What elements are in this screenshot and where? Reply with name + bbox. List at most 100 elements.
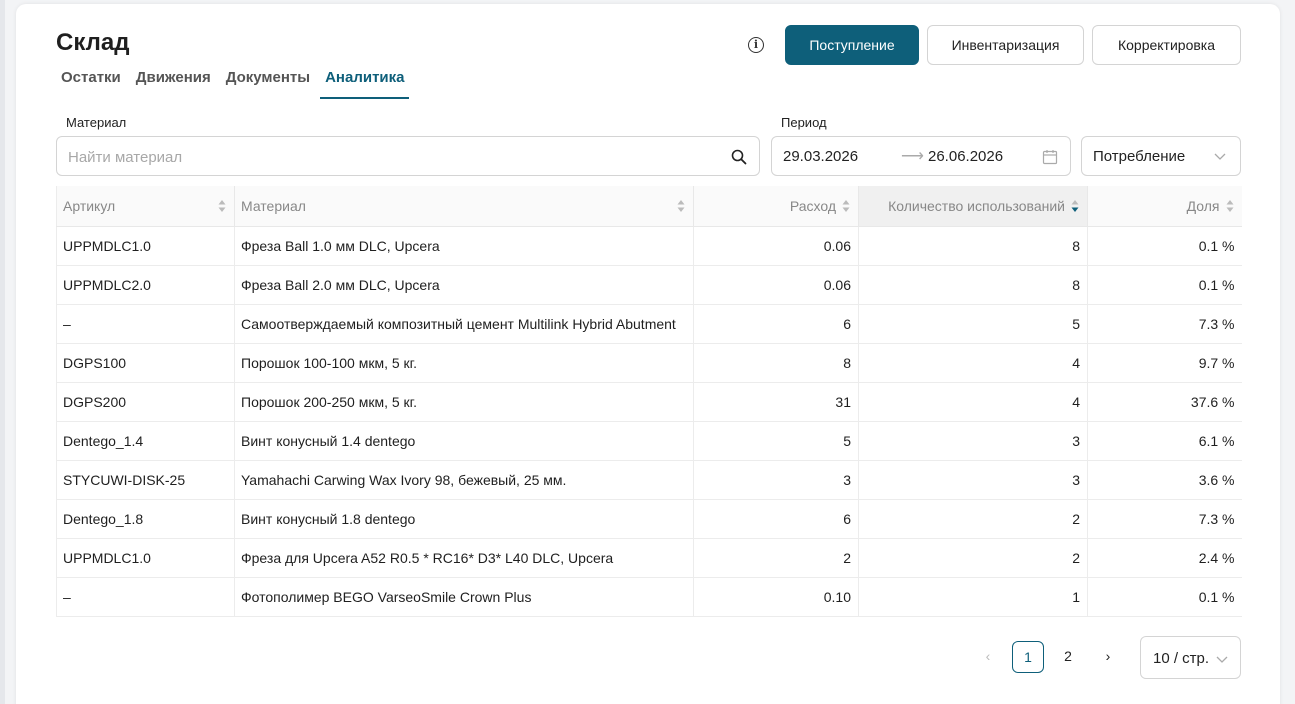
cell-usage-count: 8: [858, 265, 1088, 305]
table-row[interactable]: DGPS200 Порошок 200-250 мкм, 5 кг. 31 4 37.6…: [56, 382, 1242, 422]
cell-usage-count: 5: [858, 304, 1088, 344]
cell-share: 9.7 %: [1087, 343, 1242, 383]
material-label: Материал: [66, 115, 127, 130]
period-label: Период: [781, 115, 827, 130]
tab-documents[interactable]: Документы: [221, 68, 315, 99]
table-row[interactable]: Dentego_1.4 Винт конусный 1.4 dentego 5 3 6.…: [56, 421, 1242, 461]
cell-usage-count: 4: [858, 343, 1088, 383]
period-range-picker[interactable]: 29.03.2026 ⟶ 26.06.2026: [771, 136, 1071, 176]
cell-consumption: 3: [693, 460, 859, 500]
cell-share: 7.3 %: [1087, 304, 1242, 344]
cell-material: Фреза Ball 2.0 мм DLC, Upcera: [234, 265, 694, 305]
sort-icon[interactable]: [677, 199, 685, 213]
material-search-box: [56, 136, 760, 176]
cell-usage-count: 2: [858, 538, 1088, 578]
cell-material: Винт конусный 1.4 dentego: [234, 421, 694, 461]
cell-share: 0.1 %: [1087, 265, 1242, 305]
cell-consumption: 8: [693, 343, 859, 383]
cell-sku: UPPMDLC2.0: [56, 265, 235, 305]
cell-consumption: 5: [693, 421, 859, 461]
tab-stock[interactable]: Остатки: [56, 68, 126, 99]
sort-icon[interactable]: [842, 199, 850, 213]
cell-consumption: 2: [693, 538, 859, 578]
cell-usage-count: 2: [858, 499, 1088, 539]
table-row[interactable]: UPPMDLC1.0 Фреза для Upcera A52 R0.5 * RC…: [56, 538, 1242, 578]
date-from[interactable]: 29.03.2026: [783, 148, 858, 165]
cell-consumption: 6: [693, 304, 859, 344]
pagination-prev[interactable]: ‹: [978, 641, 998, 673]
page-title: Склад: [56, 29, 130, 56]
calendar-icon[interactable]: [1042, 149, 1058, 165]
table-row[interactable]: – Фотополимер BEGO VarseoSmile Crown Plus…: [56, 577, 1242, 617]
cell-material: Порошок 200-250 мкм, 5 кг.: [234, 382, 694, 422]
correction-button[interactable]: Корректировка: [1092, 25, 1241, 65]
receipt-button[interactable]: Поступление: [785, 25, 919, 65]
sort-icon[interactable]: [1226, 199, 1234, 213]
material-search-input[interactable]: [68, 147, 708, 167]
search-icon[interactable]: [731, 149, 747, 165]
cell-consumption: 6: [693, 499, 859, 539]
cell-sku: Dentego_1.4: [56, 421, 235, 461]
cell-sku: –: [56, 304, 235, 344]
cell-sku: DGPS100: [56, 343, 235, 383]
pagination-page-2[interactable]: 2: [1052, 641, 1084, 673]
table-row[interactable]: STYCUWI-DISK-25 Yamahachi Carwing Wax Ivo…: [56, 460, 1242, 500]
page-size-value: 10 / стр.: [1153, 650, 1210, 667]
cell-share: 0.1 %: [1087, 226, 1242, 266]
cell-sku: Dentego_1.8: [56, 499, 235, 539]
pagination-page-1[interactable]: 1: [1012, 641, 1044, 673]
inventory-button[interactable]: Инвентаризация: [927, 25, 1084, 65]
tab-bar: Остатки Движения Документы Аналитика: [56, 68, 414, 99]
info-icon[interactable]: i: [748, 37, 764, 53]
cell-sku: DGPS200: [56, 382, 235, 422]
cell-usage-count: 3: [858, 460, 1088, 500]
pagination-next[interactable]: ›: [1098, 641, 1118, 673]
cell-share: 7.3 %: [1087, 499, 1242, 539]
cell-material: Самоотверждаемый композитный цемент Mult…: [234, 304, 694, 344]
arrow-right-icon: ⟶: [901, 148, 924, 165]
analytics-table: Артикул Материал Расход Количество испол…: [56, 186, 1242, 617]
column-header-consumption[interactable]: Расход: [693, 186, 859, 227]
cell-material: Винт конусный 1.8 dentego: [234, 499, 694, 539]
cell-share: 2.4 %: [1087, 538, 1242, 578]
chevron-down-icon: [1216, 656, 1228, 663]
cell-consumption: 0.06: [693, 265, 859, 305]
cell-usage-count: 4: [858, 382, 1088, 422]
table-row[interactable]: UPPMDLC2.0 Фреза Ball 2.0 мм DLC, Upcera 0…: [56, 265, 1242, 305]
cell-material: Фреза Ball 1.0 мм DLC, Upcera: [234, 226, 694, 266]
cell-material: Порошок 100-100 мкм, 5 кг.: [234, 343, 694, 383]
cell-consumption: 31: [693, 382, 859, 422]
left-edge-shade: [0, 0, 5, 704]
cell-share: 0.1 %: [1087, 577, 1242, 617]
column-header-material[interactable]: Материал: [234, 186, 694, 227]
cell-usage-count: 1: [858, 577, 1088, 617]
mode-select-value: Потребление: [1093, 148, 1186, 165]
mode-select[interactable]: Потребление: [1081, 136, 1241, 176]
page-size-select[interactable]: 10 / стр.: [1140, 636, 1241, 679]
cell-share: 3.6 %: [1087, 460, 1242, 500]
sort-desc-icon[interactable]: [1071, 199, 1079, 213]
tab-analytics[interactable]: Аналитика: [320, 68, 410, 99]
column-header-share[interactable]: Доля: [1087, 186, 1242, 227]
cell-sku: –: [56, 577, 235, 617]
table-row[interactable]: DGPS100 Порошок 100-100 мкм, 5 кг. 8 4 9.7 %: [56, 343, 1242, 383]
cell-material: Yamahachi Carwing Wax Ivory 98, бежевый,…: [234, 460, 694, 500]
cell-share: 37.6 %: [1087, 382, 1242, 422]
column-header-sku[interactable]: Артикул: [56, 186, 235, 227]
table-row[interactable]: UPPMDLC1.0 Фреза Ball 1.0 мм DLC, Upcera 0…: [56, 226, 1242, 266]
table-row[interactable]: Dentego_1.8 Винт конусный 1.8 dentego 6 2 7.…: [56, 499, 1242, 539]
cell-usage-count: 8: [858, 226, 1088, 266]
sort-icon[interactable]: [218, 199, 226, 213]
table-header-row: Артикул Материал Расход Количество испол…: [56, 186, 1242, 227]
cell-sku: STYCUWI-DISK-25: [56, 460, 235, 500]
cell-material: Фотополимер BEGO VarseoSmile Crown Plus: [234, 577, 694, 617]
cell-usage-count: 3: [858, 421, 1088, 461]
column-header-usage-count[interactable]: Количество использований: [858, 186, 1088, 227]
cell-consumption: 0.10: [693, 577, 859, 617]
table-row[interactable]: – Самоотверждаемый композитный цемент Mul…: [56, 304, 1242, 344]
cell-sku: UPPMDLC1.0: [56, 226, 235, 266]
date-to[interactable]: 26.06.2026: [928, 148, 1003, 165]
cell-share: 6.1 %: [1087, 421, 1242, 461]
cell-sku: UPPMDLC1.0: [56, 538, 235, 578]
tab-movements[interactable]: Движения: [131, 68, 216, 99]
